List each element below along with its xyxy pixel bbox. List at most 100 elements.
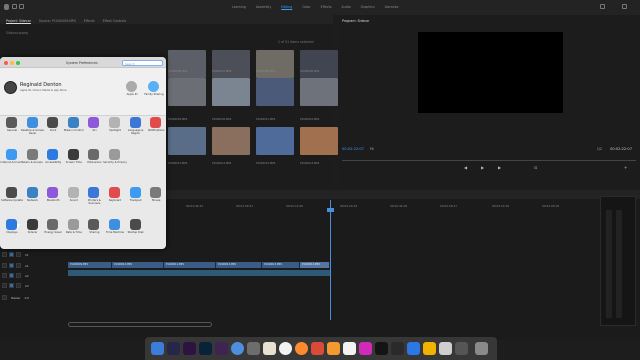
clip-thumbnail[interactable] [168,127,206,155]
clip-thumbnail[interactable] [256,78,294,106]
family-sharing-icon[interactable] [148,81,159,92]
timeline-clip[interactable]: P1040014.MP4 [300,262,330,268]
minimize-icon[interactable] [10,61,14,65]
workspace-tab-audio[interactable]: Audio [342,5,351,9]
home-icon[interactable] [4,4,9,10]
network-icon[interactable] [26,187,38,198]
workspace-tab-effects[interactable]: Effects [321,5,332,9]
playhead-line[interactable] [330,200,331,320]
safari-icon[interactable] [231,342,244,355]
clip-thumbnail[interactable] [300,127,338,155]
mouse-icon[interactable] [150,187,162,198]
after-effects-icon[interactable] [167,342,180,355]
step-back-icon[interactable]: ◀ [464,165,467,170]
accessibility-icon[interactable] [47,149,59,160]
step-forward-icon[interactable]: ▶ [498,165,501,170]
keyboard-icon[interactable] [109,187,120,198]
notifications-icon[interactable] [150,117,162,128]
search-icon[interactable] [600,4,605,9]
master-track-controls[interactable]: Master 0.0 [2,294,38,301]
trackpad-icon[interactable] [129,187,141,198]
app-icon[interactable] [455,342,468,355]
search-input[interactable]: Search [122,60,163,66]
clip-thumbnail[interactable] [212,127,250,155]
track-v1-controls[interactable]: V1 [2,251,38,258]
podcasts-icon[interactable] [359,342,372,355]
screen-time-icon[interactable] [67,149,79,160]
workspace-tab-libraries[interactable]: Libraries [385,5,399,9]
audio-track-a1[interactable] [68,270,330,276]
finder-icon[interactable] [151,342,164,355]
software-update-icon[interactable] [6,187,17,198]
play-icon[interactable]: ▶ [481,165,484,170]
clip-thumbnail[interactable] [256,127,294,155]
workspace-tab-color[interactable]: Color [302,5,310,9]
displays-icon[interactable] [6,219,17,230]
workspace-tab-editing[interactable]: Editing [281,5,292,9]
app-icon[interactable] [375,342,388,355]
trash-icon[interactable] [475,342,488,355]
clip-thumbnail[interactable] [212,78,250,106]
siri-icon[interactable] [88,117,100,128]
timeline-clip[interactable]: P1040012.MP4 [216,262,262,268]
workspace-tab-graphics[interactable]: Graphics [361,5,375,9]
program-title[interactable]: Program: Sidecar [342,19,369,23]
track-a3-controls[interactable]: A3 [2,282,38,289]
date-time-icon[interactable] [67,219,79,230]
premiere-icon[interactable] [183,342,196,355]
app-icon[interactable] [247,342,260,355]
close-icon[interactable] [4,61,8,65]
app-icon[interactable] [343,342,356,355]
sharing-icon[interactable] [88,219,100,230]
video-track-v1[interactable]: P1040009.MP4 P1040010.MP4 P1040011.MP4 P… [68,262,330,268]
app-icon[interactable] [311,342,324,355]
apple-id-icon[interactable] [126,81,137,92]
extensions-icon[interactable] [88,149,100,160]
timeline-clip[interactable]: P1040010.MP4 [112,262,164,268]
vlc-icon[interactable] [327,342,340,355]
bluetooth-icon[interactable] [47,187,59,198]
timeline-scrollbar[interactable] [68,322,212,327]
project-search-input[interactable]: Sidecar.prproj [6,31,28,35]
tab-project[interactable]: Project: Sidecar [6,19,31,23]
app-store-icon[interactable] [407,342,420,355]
spotlight-icon[interactable] [109,117,120,128]
workspace-tab-learning[interactable]: Learning [232,5,246,9]
printers-scanners-icon[interactable] [88,187,100,198]
track-a2-controls[interactable]: A2 [2,272,38,279]
desktop-screen-saver-icon[interactable] [26,117,38,128]
dock-icon[interactable] [47,117,59,128]
chrome-icon[interactable] [279,342,292,355]
clip-thumbnail[interactable] [168,50,206,78]
resolution-select[interactable]: 1/2 [597,147,602,151]
mission-control-icon[interactable] [67,117,79,128]
clip-thumbnail[interactable] [212,50,250,78]
program-scrubber[interactable] [342,160,636,161]
track-a1-controls[interactable]: A1 [2,262,38,269]
app-icon[interactable] [215,342,228,355]
security-privacy-icon[interactable] [109,149,120,160]
sidecar-icon[interactable] [26,219,38,230]
app-icon[interactable] [263,342,276,355]
import-icon[interactable] [12,4,17,9]
startup-disk-icon[interactable] [129,219,141,230]
language-region-icon[interactable] [129,117,141,128]
app-icon[interactable] [423,342,436,355]
internet-accounts-icon[interactable] [6,149,17,160]
maximize-icon[interactable] [622,4,627,9]
playhead-timecode[interactable]: 00:02:22:07 [342,147,364,151]
users-groups-icon[interactable] [26,149,38,160]
tab-effect-controls[interactable]: Effect Controls [103,19,126,23]
clip-thumbnail[interactable] [168,78,206,106]
clip-thumbnail[interactable] [300,50,338,78]
workspace-tab-assembly[interactable]: Assembly [256,5,271,9]
add-button-icon[interactable]: + [624,165,627,170]
tab-source[interactable]: Source: P1040009.MP4 [39,19,76,23]
clip-thumbnail[interactable] [256,50,294,78]
zoom-icon[interactable] [16,61,20,65]
energy-saver-icon[interactable] [47,219,59,230]
timeline-clip[interactable]: P1040011.MP4 [164,262,216,268]
camera-icon[interactable]: ⊡ [534,165,537,170]
clip-thumbnail[interactable] [300,78,338,106]
general-icon[interactable] [6,117,17,128]
